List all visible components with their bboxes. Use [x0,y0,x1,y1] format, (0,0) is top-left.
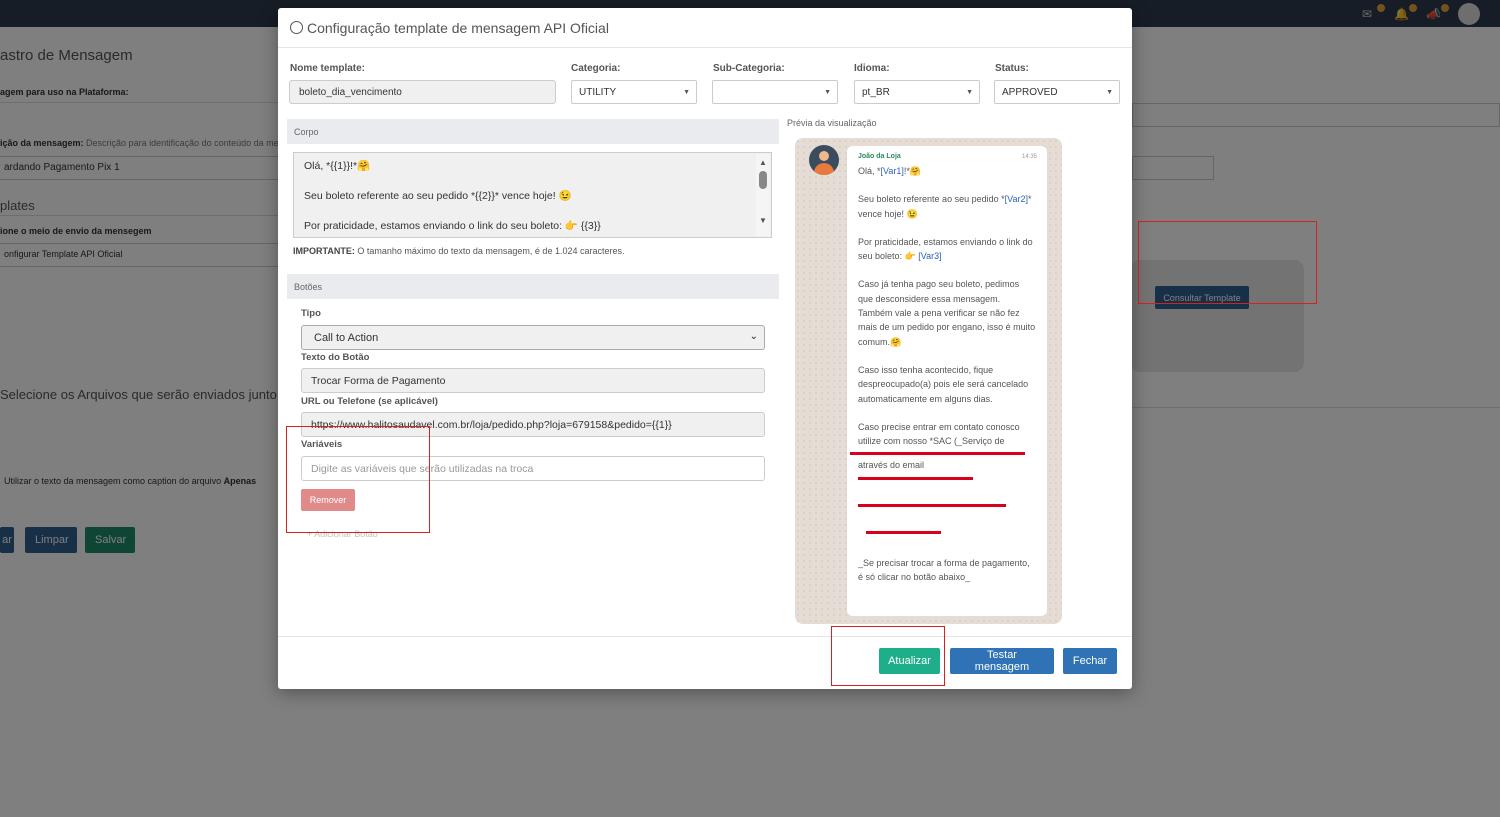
botoes-heading: Botões [287,274,779,299]
testar-mensagem-button[interactable]: Testar mensagem [950,648,1054,674]
template-config-modal: Configuração template de mensagem API Of… [278,8,1132,689]
url-label: URL ou Telefone (se aplicável) [301,396,438,407]
corpo-heading: Corpo [287,119,779,144]
modal-footer-divider [278,636,1132,637]
fechar-button[interactable]: Fechar [1063,648,1117,674]
corpo-line: Por praticidade, estamos enviando o link… [304,220,601,232]
preview-label: Prévia da visualização [787,118,877,128]
modal-title: Configuração template de mensagem API Of… [307,19,609,36]
sub-categoria-label: Sub-Categoria: [713,63,785,74]
idioma-select[interactable]: pt_BR ▼ [854,80,980,104]
message-bubble: João da Loja 14:35 Olá, *[Var1]!*🤗 Seu b… [847,146,1047,616]
message-time: 14:35 [1021,154,1037,160]
message-text: Olá, *[Var1]!*🤗 Seu boleto referente ao … [850,164,1036,584]
corpo-note: IMPORTANTE: O tamanho máximo do texto da… [293,246,625,256]
scroll-thumb[interactable] [759,171,767,189]
corpo-line: Seu boleto referente ao seu pedido *{{2}… [304,190,572,202]
corpo-textarea[interactable]: Olá, *{{1}}!*🤗 Seu boleto referente ao s… [293,152,772,238]
caret-down-icon: ▼ [824,89,831,96]
categoria-select[interactable]: UTILITY ▼ [571,80,697,104]
sub-categoria-select[interactable]: ▼ [712,80,838,104]
redaction-mark [866,530,941,534]
textarea-scrollbar[interactable]: ▲ ▼ [756,154,770,236]
tipo-select[interactable]: Call to Action ⌄ [301,325,765,350]
modal-header: Configuração template de mensagem API Of… [278,8,1132,48]
caret-down-icon: ▼ [683,89,690,96]
categoria-label: Categoria: [571,63,621,74]
caret-down-icon: ▼ [966,89,973,96]
texto-botao-label: Texto do Botão [301,352,370,363]
whatsapp-preview: João da Loja 14:35 Olá, *[Var1]!*🤗 Seu b… [795,138,1062,624]
sender-avatar [809,145,839,175]
scroll-up-icon[interactable]: ▲ [759,155,767,170]
whatsapp-icon [290,21,303,34]
status-label: Status: [995,63,1029,74]
nome-template-input[interactable]: boleto_dia_vencimento [289,80,556,104]
redaction-mark [858,503,1006,507]
texto-botao-input[interactable]: Trocar Forma de Pagamento [301,368,765,393]
caret-down-icon: ▼ [1106,89,1113,96]
idioma-label: Idioma: [854,63,890,74]
scroll-down-icon[interactable]: ▼ [759,213,767,228]
annotation-box-consultar [1138,221,1317,304]
redaction-mark [850,452,1025,456]
corpo-line: Olá, *{{1}}!*🤗 [304,160,371,172]
annotation-box-variaveis [286,426,430,533]
sender-name: João da Loja [858,153,901,160]
chevron-down-icon: ⌄ [749,331,758,342]
redaction-mark [858,476,973,480]
tipo-label: Tipo [301,308,321,319]
nome-template-label: Nome template: [290,63,366,74]
status-select[interactable]: APPROVED ▼ [994,80,1120,104]
annotation-box-atualizar [831,626,945,686]
